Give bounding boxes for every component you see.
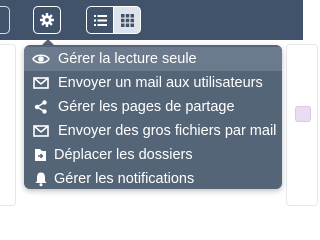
partial-button[interactable] [0, 6, 10, 34]
top-toolbar [0, 0, 303, 40]
move-folder-icon [35, 149, 46, 161]
menu-item-label: Gérer les notifications [54, 171, 195, 187]
settings-dropdown-menu: Gérer la lecture seule Envoyer un mail a… [24, 45, 282, 189]
bell-icon [35, 172, 47, 187]
menu-item-mail-users[interactable]: Envoyer un mail aux utilisateurs [24, 71, 282, 95]
grid-view-button[interactable] [113, 6, 141, 34]
menu-item-notifications[interactable]: Gérer les notifications [24, 167, 282, 189]
settings-button[interactable] [33, 6, 61, 34]
envelope-icon [33, 125, 49, 137]
menu-item-read-only[interactable]: Gérer la lecture seule [24, 47, 282, 71]
list-view-button[interactable] [86, 6, 114, 34]
eye-icon [32, 54, 50, 64]
share-icon [34, 100, 47, 114]
grid-icon [121, 14, 134, 27]
menu-item-label: Gérer la lecture seule [58, 51, 197, 67]
menu-item-label: Envoyer des gros fichiers par mail [58, 123, 277, 139]
menu-item-label: Déplacer les dossiers [54, 147, 193, 163]
envelope-icon [33, 77, 49, 89]
menu-item-label: Envoyer un mail aux utilisateurs [58, 75, 263, 91]
menu-item-share-pages[interactable]: Gérer les pages de partage [24, 95, 282, 119]
list-icon [94, 15, 107, 26]
menu-item-move-folders[interactable]: Déplacer les dossiers [24, 143, 282, 167]
file-card[interactable] [0, 44, 16, 206]
gear-icon [40, 13, 54, 27]
menu-item-send-large-files[interactable]: Envoyer des gros fichiers par mail [24, 119, 282, 143]
select-checkbox[interactable] [295, 106, 311, 122]
file-card[interactable] [286, 44, 318, 206]
menu-item-label: Gérer les pages de partage [58, 99, 235, 115]
